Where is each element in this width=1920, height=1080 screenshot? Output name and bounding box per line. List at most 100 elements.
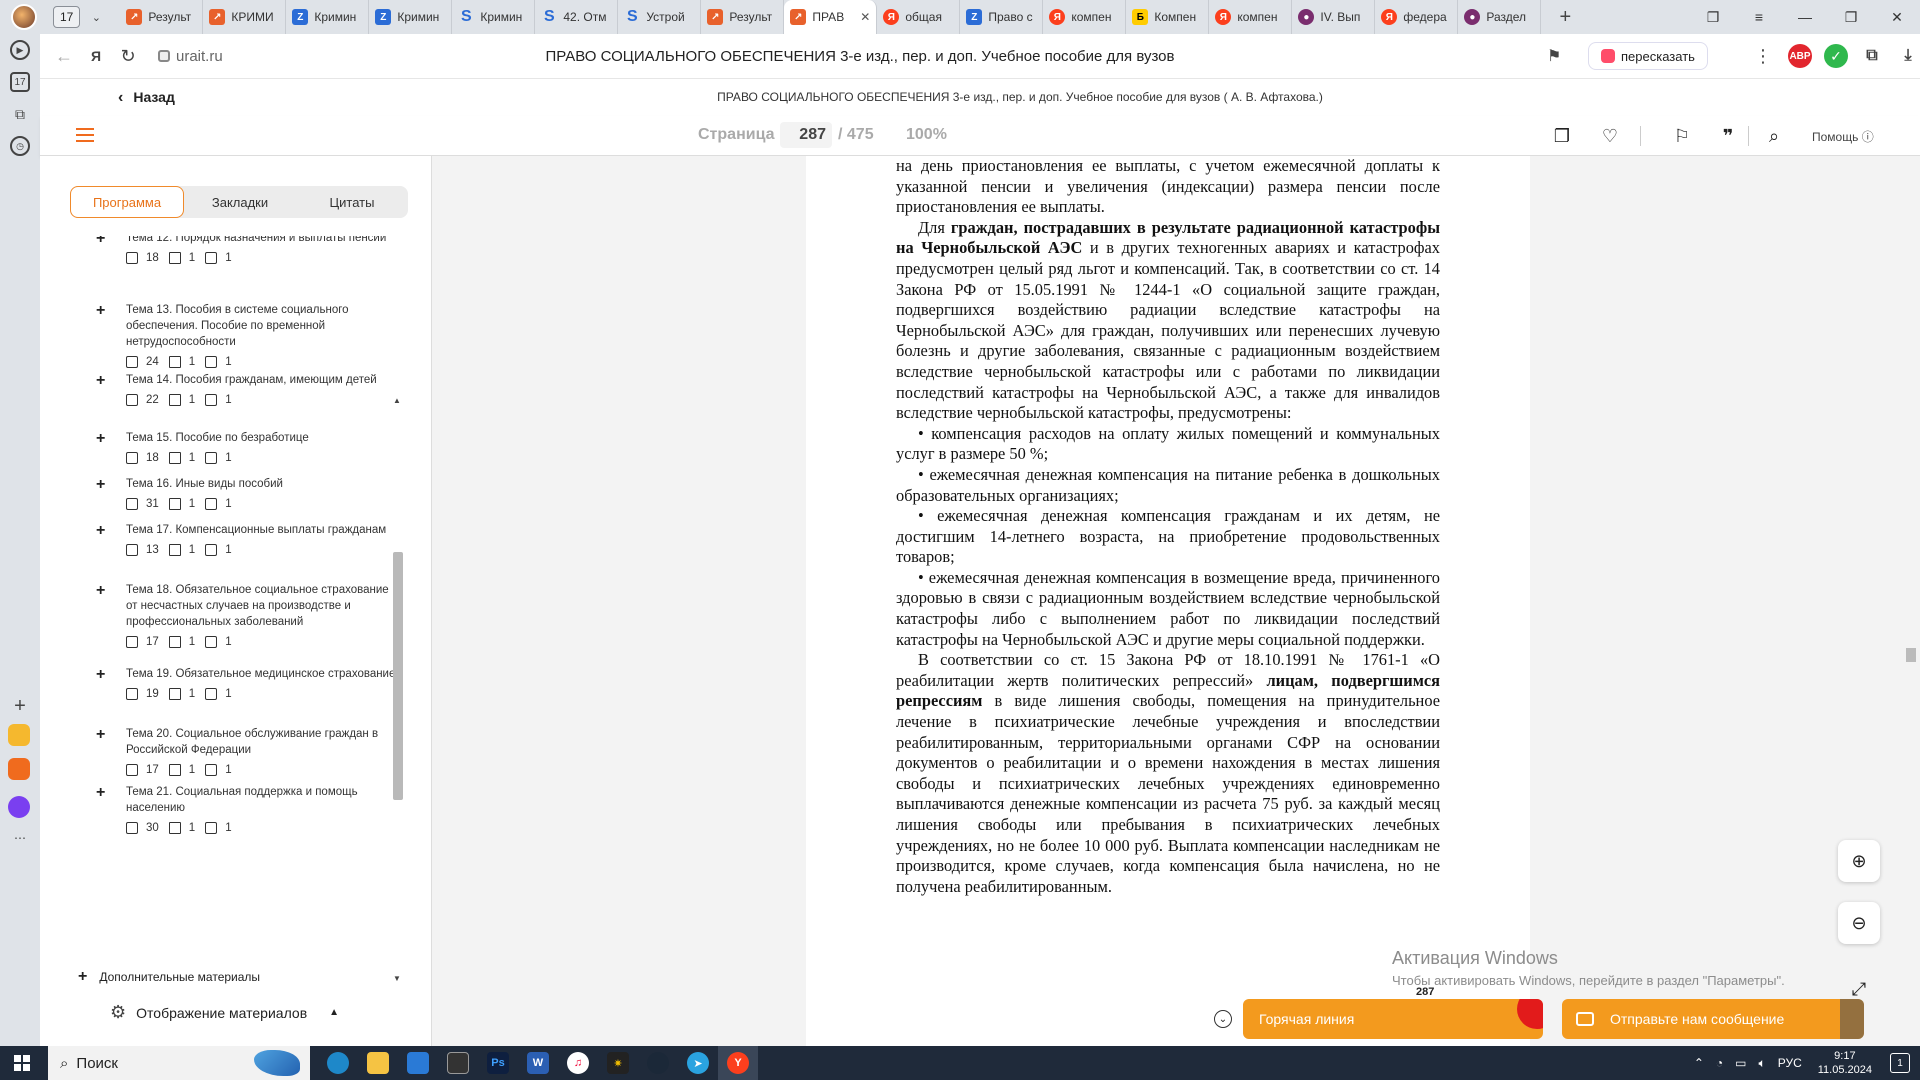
screenshot-icon[interactable]: ⧉ — [8, 102, 32, 126]
alice-assistant-icon[interactable] — [8, 796, 30, 818]
expand-plus-icon[interactable]: + — [96, 726, 105, 744]
toc-item-title[interactable]: Тема 20. Социальное обслуживание граждан… — [126, 726, 396, 758]
add-panel-icon[interactable]: + — [8, 694, 32, 718]
tab-program[interactable]: Программа — [70, 186, 184, 218]
quote-icon[interactable]: ❞ — [1716, 124, 1740, 148]
yandex-browser-app[interactable]: Y — [718, 1046, 758, 1080]
toc-item[interactable]: + Тема 21. Социальная поддержка и помощь … — [96, 784, 396, 834]
app-icon-orange[interactable] — [8, 724, 30, 746]
itunes-app[interactable]: ♫ — [558, 1046, 598, 1080]
help-link[interactable]: Помощь ⓘ — [1812, 128, 1874, 145]
back-arrow-icon[interactable]: ← — [48, 46, 80, 67]
telegram-app[interactable]: ➤ — [678, 1046, 718, 1080]
expand-plus-icon[interactable]: + — [96, 302, 105, 320]
toc-item-title[interactable]: Тема 16. Иные виды пособий — [126, 476, 396, 492]
check-extension-icon[interactable]: ✓ — [1824, 44, 1848, 68]
close-tab-icon[interactable]: ✕ — [860, 10, 870, 24]
more-dots-icon[interactable]: ⋯ — [8, 826, 32, 850]
chevron-down-circle-icon[interactable]: ⌄ — [1214, 1010, 1232, 1028]
chevron-down-icon[interactable]: ⌄ — [86, 11, 106, 24]
download-icon[interactable]: ⤓ — [1896, 44, 1920, 68]
browser-tab[interactable]: Z Право с — [960, 0, 1044, 34]
toc-item[interactable]: + Тема 14. Пособия гражданам, имеющим дет… — [96, 372, 396, 406]
volume-icon[interactable]: 🔈︎ — [1759, 1056, 1766, 1071]
browser-tab[interactable]: Z Кримин — [286, 0, 370, 34]
star-app[interactable]: ✷ — [598, 1046, 638, 1080]
expand-plus-icon[interactable]: + — [96, 522, 105, 540]
toc-item[interactable]: + Тема 17. Компенсационные выплаты гражда… — [96, 522, 396, 556]
back-link[interactable]: ‹ Назад — [118, 89, 175, 107]
browser-tab[interactable]: Б Компен — [1126, 0, 1210, 34]
browser-tab[interactable]: Якомпен — [1209, 0, 1293, 34]
heart-icon[interactable]: ♡ — [1598, 124, 1622, 148]
tabs-overview-icon[interactable]: ❐ — [1690, 9, 1736, 26]
browser-tab[interactable]: S 42. Отм — [535, 0, 619, 34]
network-icon[interactable]: ◔ — [1716, 1056, 1723, 1070]
tab-quotes[interactable]: Цитаты — [296, 186, 408, 218]
toc-item-title[interactable]: Тема 14. Пособия гражданам, имеющим дете… — [126, 372, 396, 388]
browser-tab[interactable]: ↗ Результ — [120, 0, 204, 34]
url-field[interactable]: urait.ru — [158, 48, 223, 65]
collections-icon[interactable]: ⧉ — [1860, 44, 1884, 68]
store-app[interactable] — [438, 1046, 478, 1080]
scroll-up-arrow[interactable]: ▲ — [393, 396, 401, 405]
browser-tab[interactable]: ↗ ПРАВ ✕ — [784, 0, 878, 34]
display-materials-toggle[interactable]: ⚙ Отображение материалов ▲ — [110, 1002, 339, 1023]
history-clock-icon[interactable]: ◷ — [10, 136, 30, 156]
word-app[interactable]: W — [518, 1046, 558, 1080]
chevron-up-icon[interactable]: ⌃ — [1694, 1056, 1704, 1070]
toc-item[interactable]: + Тема 20. Социальное обслуживание гражда… — [96, 726, 396, 776]
expand-plus-icon[interactable]: + — [96, 784, 105, 802]
expand-plus-icon[interactable]: + — [96, 430, 105, 448]
copy-icon[interactable]: ❐ — [1550, 124, 1574, 148]
menu-icon[interactable]: ≡ — [1736, 9, 1782, 25]
toc-item-title[interactable]: Тема 17. Компенсационные выплаты граждан… — [126, 522, 396, 538]
bookmark-icon[interactable]: ⚑ — [1547, 46, 1561, 66]
taskbar-search[interactable]: ⌕ Поиск — [48, 1046, 310, 1080]
photoshop-app[interactable]: Ps — [478, 1046, 518, 1080]
close-window-button[interactable]: ✕ — [1874, 9, 1920, 26]
expand-plus-icon[interactable]: + — [96, 582, 105, 600]
browser-tab[interactable]: Яфедера — [1375, 0, 1459, 34]
page-number-input[interactable]: 287 — [780, 122, 832, 148]
browser-tab[interactable]: Яобщая — [877, 0, 961, 34]
toc-item[interactable]: + Тема 15. Пособие по безработице 18 1 1 — [96, 430, 396, 464]
toc-item-title[interactable]: Тема 13. Пособия в системе социального о… — [126, 302, 396, 350]
browser-tab[interactable]: ↗ Результ — [701, 0, 785, 34]
expand-plus-icon[interactable]: + — [96, 236, 105, 248]
toc-item[interactable]: + Тема 13. Пособия в системе социального … — [96, 302, 396, 368]
language-indicator[interactable]: РУС — [1778, 1056, 1802, 1070]
display-icon[interactable]: ▭ — [1735, 1056, 1746, 1070]
toc-item[interactable]: + Тема 19. Обязательное медицинское страх… — [96, 666, 396, 700]
browser-tab[interactable]: ↗ КРИМИ — [203, 0, 287, 34]
calendar-icon[interactable]: 17 — [10, 72, 30, 92]
browser-tab[interactable]: Z Кримин — [369, 0, 453, 34]
search-icon[interactable]: ⌕ — [1762, 124, 1786, 148]
reload-icon[interactable]: ↻ — [112, 46, 144, 67]
minimize-button[interactable]: — — [1782, 9, 1828, 25]
scroll-down-arrow[interactable]: ▼ — [393, 974, 401, 983]
retell-button[interactable]: пересказать — [1588, 42, 1708, 70]
toc-item[interactable]: + Тема 16. Иные виды пособий 31 1 1 — [96, 476, 396, 510]
expand-plus-icon[interactable]: + — [96, 666, 105, 684]
toc-item-title[interactable]: Тема 18. Обязательное социальное страхов… — [126, 582, 396, 630]
new-tab-button[interactable]: + — [1553, 6, 1577, 29]
browser-tab[interactable]: S Устрой — [618, 0, 702, 34]
toc-item[interactable]: + Тема 12. Порядок назначения и выплаты п… — [96, 236, 396, 264]
browser-tab[interactable]: Якомпен — [1043, 0, 1127, 34]
browser-tab[interactable]: ● Раздел — [1458, 0, 1542, 34]
expand-plus-icon[interactable]: + — [96, 372, 105, 390]
explorer-app[interactable] — [358, 1046, 398, 1080]
hamburger-menu-icon[interactable] — [76, 128, 94, 142]
steam-app[interactable] — [638, 1046, 678, 1080]
notification-icon[interactable]: 1 — [1890, 1053, 1910, 1073]
toc-item[interactable]: + Тема 18. Обязательное социальное страхо… — [96, 582, 396, 648]
clock[interactable]: 9:17 11.05.2024 — [1818, 1049, 1872, 1077]
toc-item-title[interactable]: Тема 21. Социальная поддержка и помощь н… — [126, 784, 396, 816]
zoom-out-button[interactable]: ⊖ — [1838, 902, 1880, 944]
restore-button[interactable]: ❐ — [1828, 9, 1874, 26]
browser-tab[interactable]: S Кримин — [452, 0, 536, 34]
toc-item-title[interactable]: Тема 15. Пособие по безработице — [126, 430, 396, 446]
page-scrollbar-thumb[interactable] — [1906, 648, 1916, 662]
sidebar-scrollbar-thumb[interactable] — [393, 552, 403, 800]
